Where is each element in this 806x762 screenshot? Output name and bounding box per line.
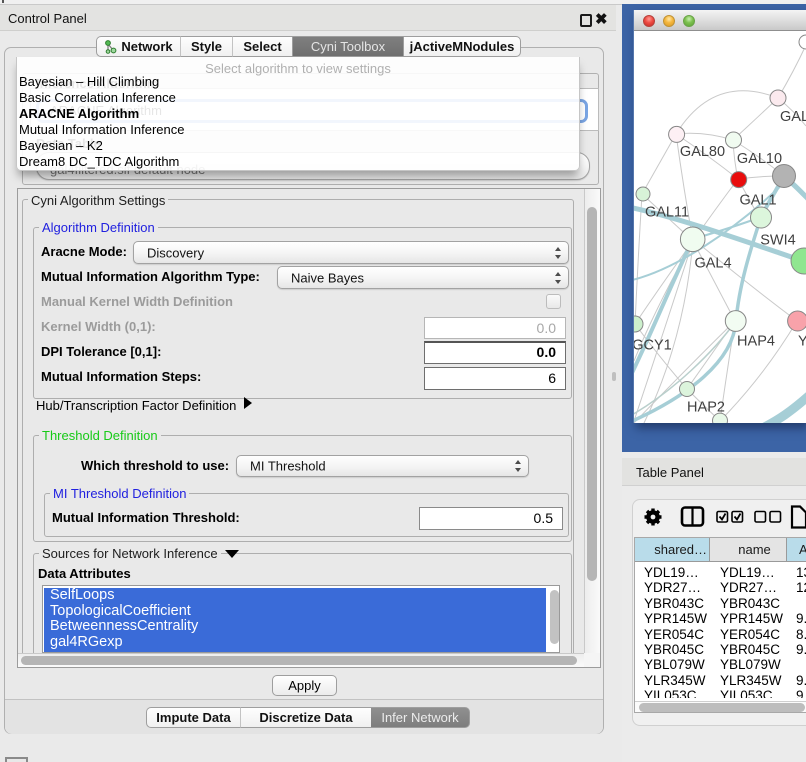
svg-text:GAL1: GAL1 — [739, 193, 776, 209]
svg-text:GAL80: GAL80 — [680, 144, 725, 160]
svg-text:GAL10: GAL10 — [737, 151, 782, 167]
svg-text:GAL11: GAL11 — [645, 205, 689, 221]
svg-text:HAP4: HAP4 — [737, 334, 775, 350]
svg-text:HAP2: HAP2 — [687, 400, 725, 416]
svg-text:GCY1: GCY1 — [634, 338, 672, 354]
svg-text:GAL2: GAL2 — [780, 109, 806, 125]
svg-text:SWI4: SWI4 — [760, 233, 795, 249]
svg-text:Y: Y — [798, 334, 806, 350]
svg-text:GAL4: GAL4 — [694, 256, 731, 272]
